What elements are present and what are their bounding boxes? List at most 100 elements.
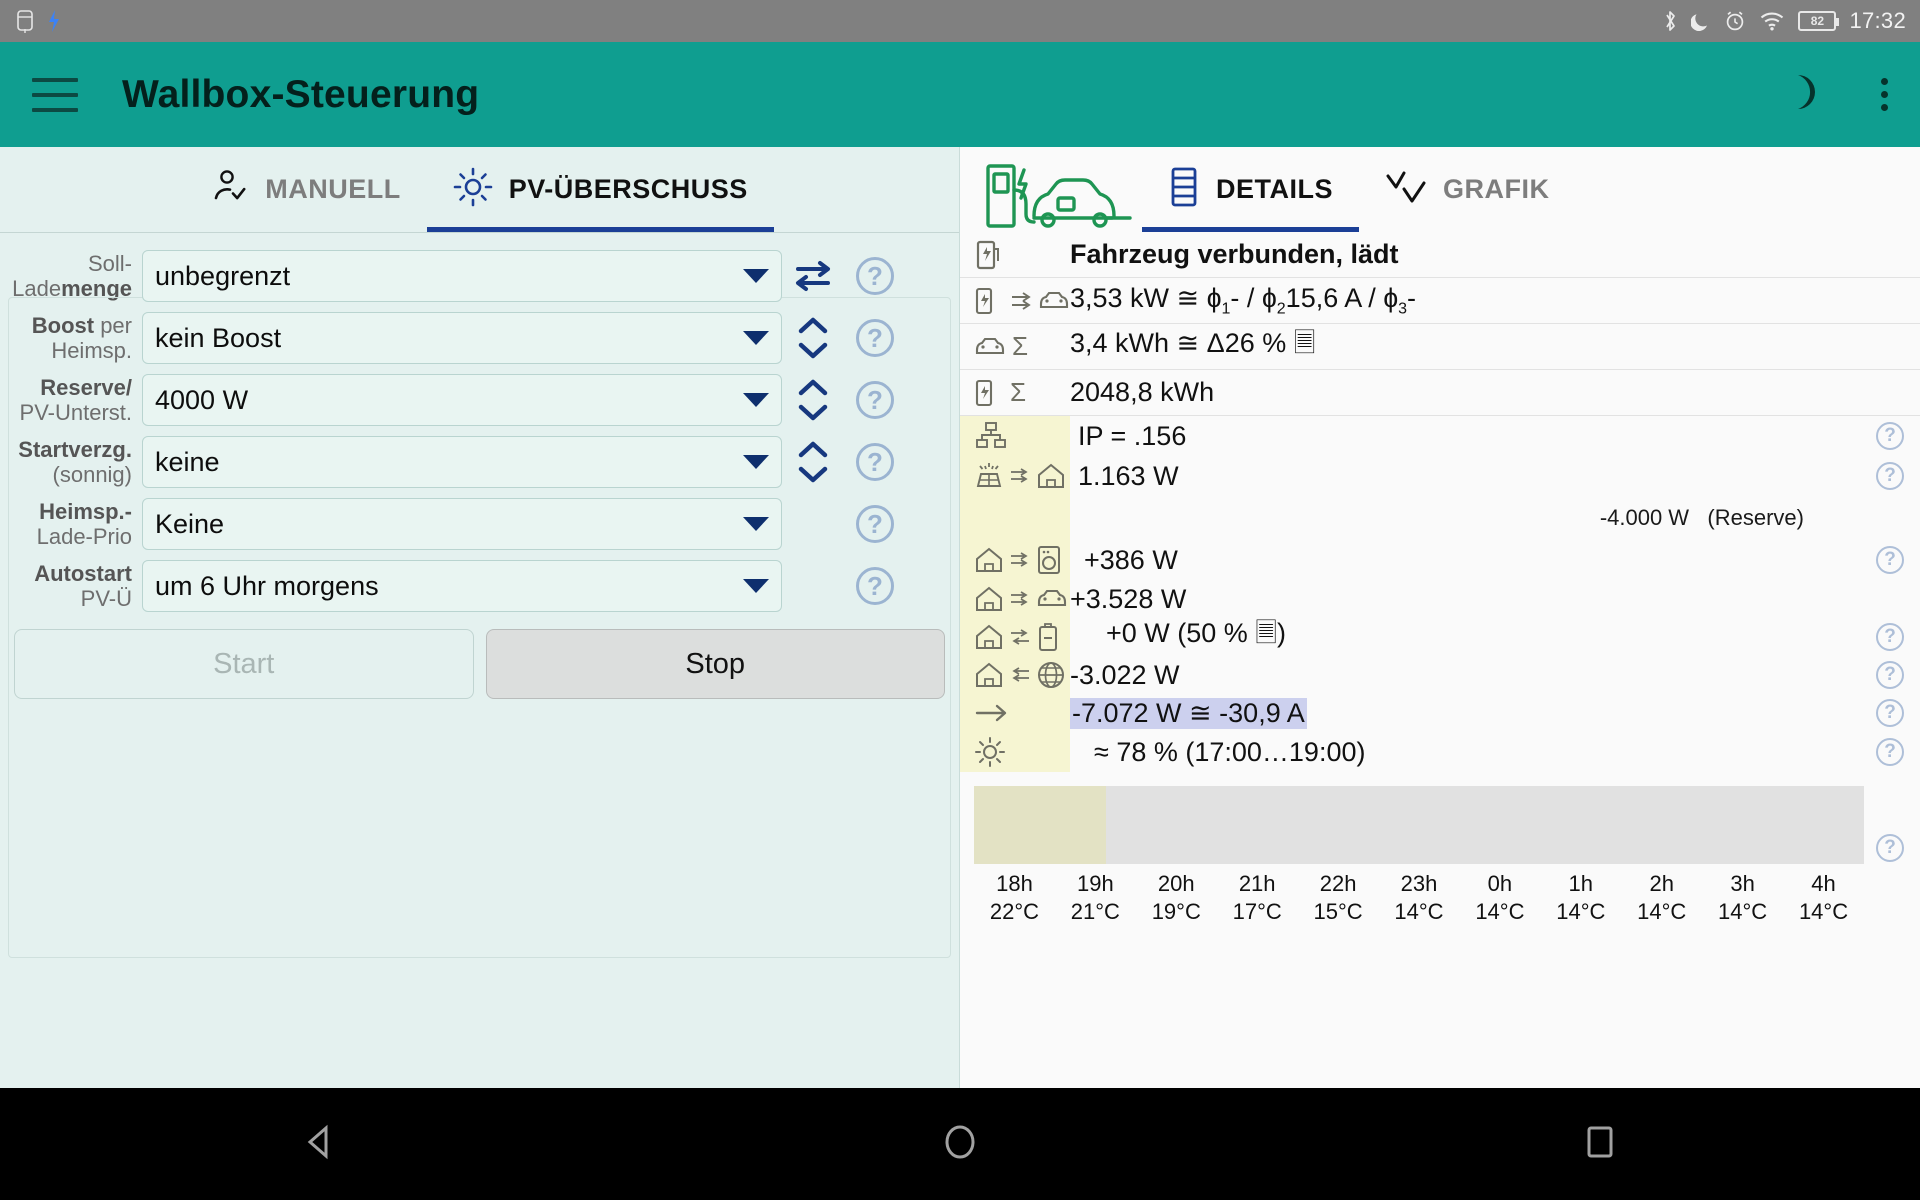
- select-soll-lademenge[interactable]: unbegrenzt: [142, 250, 782, 302]
- label-line2: Lade-Prio: [36, 524, 132, 549]
- help-icon-boost[interactable]: ?: [844, 319, 906, 357]
- chart-line-icon: [1385, 167, 1427, 212]
- select-heimsp-prio[interactable]: Keine: [142, 498, 782, 550]
- forecast-hour-cell: 1h 14°C: [1540, 870, 1621, 926]
- label-line1: Startverzg.: [18, 437, 132, 462]
- detail-total-energy-text: 2048,8 kWh: [1070, 377, 1215, 407]
- select-soll-lademenge-value: unbegrenzt: [155, 260, 291, 291]
- forecast-hour-cell: 0h 14°C: [1459, 870, 1540, 926]
- left-pane: MANUELL PV-ÜBERSCHUSS Soll- Lademenge un…: [0, 147, 960, 1088]
- car-icon: [14, 9, 36, 33]
- house-to-car-icon: [960, 580, 1070, 618]
- help-icon-pv-to-house[interactable]: ?: [1876, 462, 1904, 490]
- detail-status-text: Fahrzeug verbunden, lädt: [1070, 239, 1399, 269]
- detail-pv-to-house-text: 1.163 W: [1078, 460, 1179, 491]
- form-row-autostart: Autostart PV-Ü um 6 Uhr morgens ?: [0, 555, 959, 617]
- tab-pv-ueberschuss-label: PV-ÜBERSCHUSS: [508, 174, 748, 204]
- phase-2-sub: 2: [1276, 300, 1286, 318]
- detail-row-total-surplus: -7.072 W ≅ -30,9 A ?: [960, 694, 1920, 732]
- recents-square-icon[interactable]: [1578, 1120, 1622, 1169]
- phase-3-sub: 3: [1398, 300, 1408, 318]
- help-icon-soll-lademenge[interactable]: ?: [844, 257, 906, 295]
- forecast-temp-label: 21°C: [1070, 899, 1120, 924]
- select-autostart[interactable]: um 6 Uhr morgens: [142, 560, 782, 612]
- label-line1: Boost: [31, 313, 95, 338]
- do-not-disturb-moon-icon: [1691, 10, 1711, 32]
- left-right-arrows-icon[interactable]: [782, 256, 844, 296]
- help-icon-reserve[interactable]: ?: [844, 381, 906, 419]
- house-battery-icon: [960, 618, 1070, 656]
- reserve-spacer: [960, 496, 1070, 540]
- tab-grafik[interactable]: GRAFIK: [1359, 147, 1576, 232]
- label-line2a: Lade: [12, 276, 62, 301]
- arrow-right-icon: [960, 694, 1070, 732]
- select-boost[interactable]: kein Boost: [142, 312, 782, 364]
- help-icon-ip[interactable]: ?: [1876, 422, 1904, 450]
- help-icon-heimsp-prio[interactable]: ?: [844, 505, 906, 543]
- back-triangle-icon[interactable]: [298, 1120, 342, 1169]
- page-title: Wallbox-Steuerung: [122, 72, 480, 116]
- forecast-hour-label: 21h: [1238, 871, 1276, 896]
- detail-row-ip: IP = .156 ?: [960, 416, 1920, 456]
- up-down-chevrons-icon[interactable]: [782, 312, 844, 364]
- help-icon-forecast[interactable]: ?: [1876, 834, 1904, 862]
- chevron-down-icon: [743, 517, 769, 531]
- up-down-chevrons-icon[interactable]: [782, 374, 844, 426]
- detail-row-total-energy: Σ 2048,8 kWh: [960, 370, 1920, 416]
- tab-details[interactable]: DETAILS: [1142, 147, 1359, 232]
- label-line1b: per: [94, 313, 132, 338]
- forecast-hour-cell: 4h 14°C: [1783, 870, 1864, 926]
- app-bar: Wallbox-Steuerung: [0, 42, 1920, 147]
- forecast-temp-label: 14°C: [1394, 899, 1444, 924]
- label-startverzg: Startverzg. (sonnig): [10, 437, 142, 487]
- tab-manuell[interactable]: MANUELL: [185, 147, 426, 232]
- forecast-hours-row: 18h 22°C 19h 21°C 20h 19°C 21h 17°C 22h 15°C 23h 14…: [974, 864, 1864, 926]
- start-button[interactable]: Start: [14, 629, 474, 699]
- person-check-icon: [211, 168, 249, 211]
- forecast-temp-label: 14°C: [1637, 899, 1687, 924]
- help-icon-house-battery[interactable]: ?: [1876, 623, 1904, 651]
- select-reserve[interactable]: 4000 W: [142, 374, 782, 426]
- status-bar: 82 17:32: [0, 0, 1920, 42]
- detail-row-house-to-car: +3.528 W: [960, 580, 1920, 618]
- charging-bolt-icon: [46, 9, 62, 33]
- label-line2b: menge: [61, 276, 132, 301]
- select-startverzg-value: keine: [155, 446, 220, 477]
- pv-settings-form: Soll- Lademenge unbegrenzt ? Boost per H…: [0, 233, 959, 699]
- forecast-temp-label: 14°C: [1556, 899, 1606, 924]
- kebab-menu-icon[interactable]: [1881, 78, 1888, 111]
- help-icon-house-to-appliance[interactable]: ?: [1876, 546, 1904, 574]
- help-icon-startverzg[interactable]: ?: [844, 443, 906, 481]
- label-line2: Heimsp.: [51, 338, 132, 363]
- detail-house-to-appliance-text: +386 W: [1084, 544, 1178, 575]
- forecast-hour-label: 23h: [1400, 871, 1438, 896]
- charging-station-icon: [960, 239, 1070, 271]
- sun-forecast-icon: [960, 732, 1070, 772]
- detail-charge-power-text: 3,53 kW ≅ ɸ1- / ɸ215,6 A / ɸ3-: [1070, 283, 1416, 318]
- help-icon-autostart[interactable]: ?: [844, 567, 906, 605]
- forecast-temp-label: 14°C: [1475, 899, 1525, 924]
- stop-button[interactable]: Stop: [485, 629, 945, 699]
- select-startverzg[interactable]: keine: [142, 436, 782, 488]
- forecast-hour-cell: 3h 14°C: [1702, 870, 1783, 926]
- forecast-band-sun-segment: [974, 786, 1106, 864]
- select-reserve-value: 4000 W: [155, 384, 249, 415]
- select-autostart-value: um 6 Uhr morgens: [155, 570, 379, 601]
- forecast-hour-cell: 20h 19°C: [1136, 870, 1217, 926]
- detail-house-to-car-text: +3.528 W: [1070, 583, 1187, 614]
- label-reserve: Reserve/ PV-Unterst.: [10, 375, 142, 425]
- help-icon-sun-forecast[interactable]: ?: [1876, 738, 1904, 766]
- forecast-temp-label: 19°C: [1151, 899, 1201, 924]
- help-icon-total-surplus[interactable]: ?: [1876, 699, 1904, 727]
- hamburger-menu-icon[interactable]: [32, 77, 78, 112]
- house-to-appliance-icon: [960, 540, 1070, 580]
- up-down-chevrons-icon[interactable]: [782, 436, 844, 488]
- moon-icon[interactable]: [1779, 69, 1825, 120]
- help-icon-house-from-grid[interactable]: ?: [1876, 661, 1904, 689]
- ev-charging-illustration-icon: [982, 160, 1142, 232]
- forecast-hour-label: 1h: [1568, 871, 1594, 896]
- detail-session-energy-text: 3,4 kWh ≅ Δ26 % 🗏: [1070, 327, 1316, 358]
- sun-icon: [453, 167, 493, 212]
- home-circle-icon[interactable]: [938, 1120, 982, 1169]
- tab-pv-ueberschuss[interactable]: PV-ÜBERSCHUSS: [426, 147, 774, 232]
